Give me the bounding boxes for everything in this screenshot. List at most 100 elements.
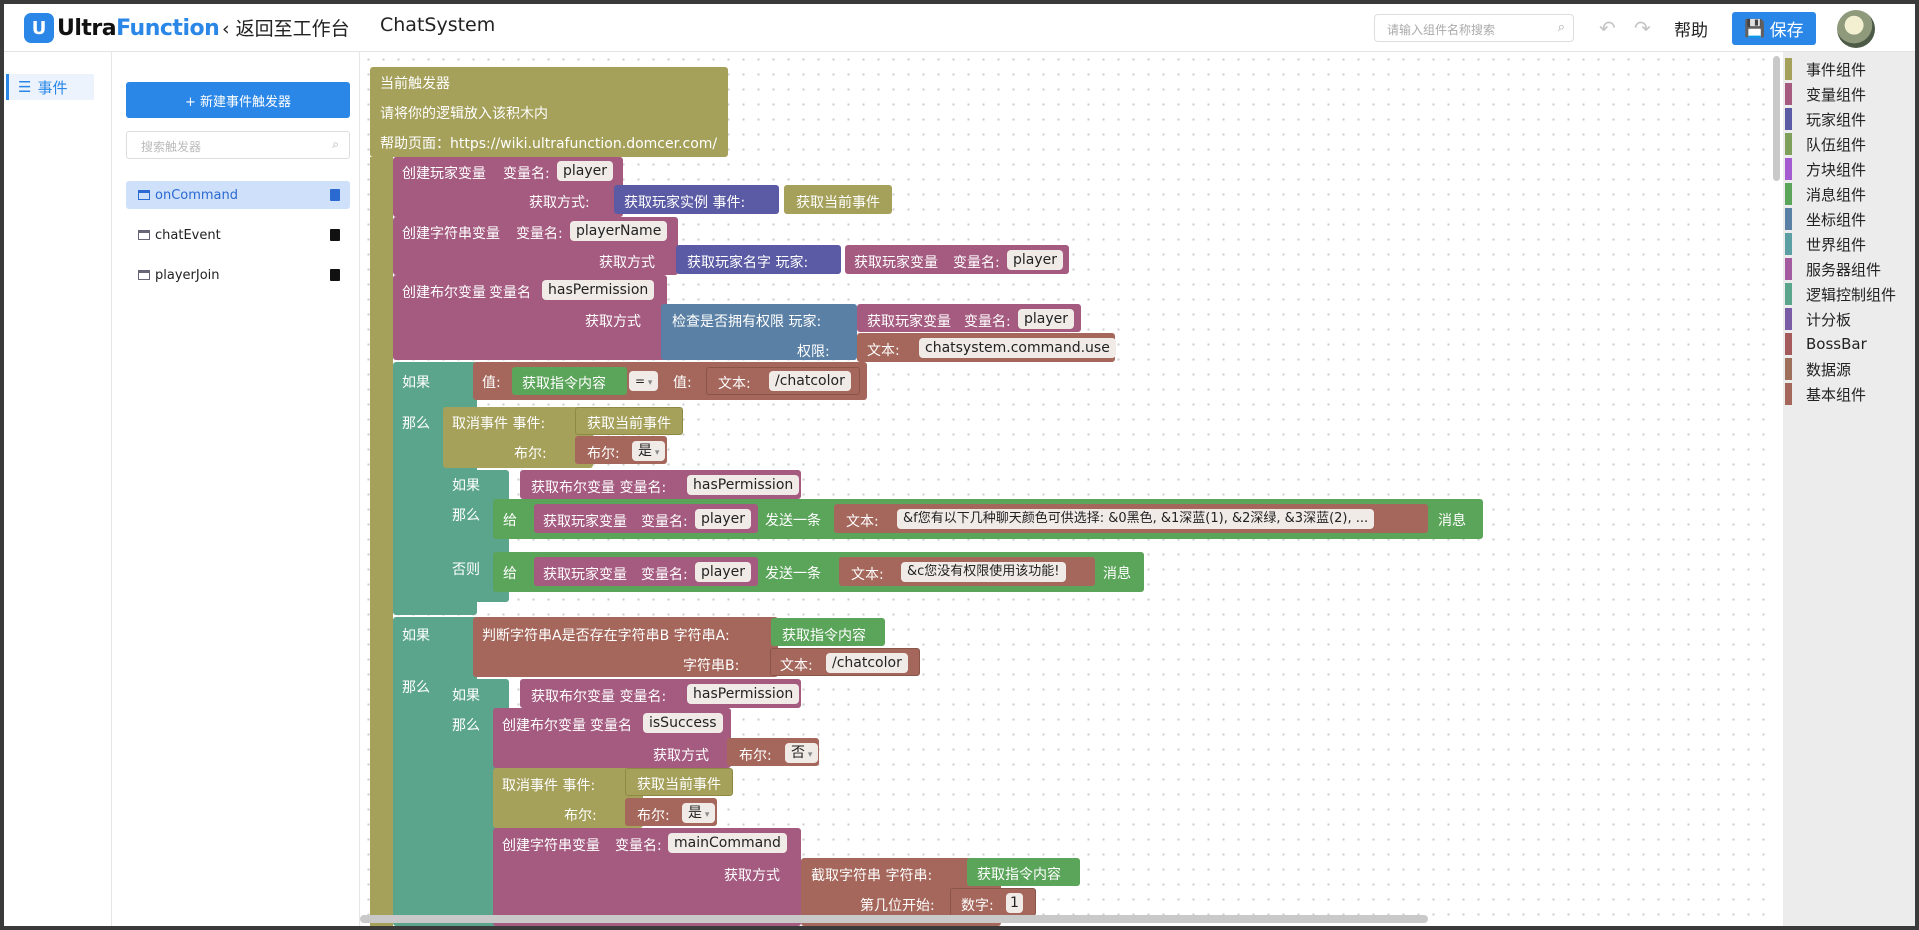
palette-category-label: 世界组件 [1806,235,1867,254]
palette-category-label: 服务器组件 [1806,260,1882,279]
category-color-swatch [1785,208,1792,230]
number-field[interactable]: 1 [1006,893,1023,913]
new-trigger-button[interactable]: + 新建事件触发器 [126,82,350,118]
left-nav: ☰ 事件 [4,52,112,926]
category-color-swatch [1785,58,1792,80]
palette-category[interactable]: 变量组件 [1783,83,1866,105]
save-label: 保存 [1769,21,1804,41]
text-field[interactable]: &c您没有权限使用该功能! [901,562,1066,582]
palette-category[interactable]: 基本组件 [1783,383,1866,405]
delete-icon[interactable] [330,229,340,241]
palette-category[interactable]: 计分板 [1783,308,1851,330]
component-search-input[interactable]: 请输入组件名称搜索 ⌕ [1374,14,1574,42]
help-link[interactable]: 帮助 [1674,16,1708,41]
block-text: 变量名 [489,285,531,301]
palette-category[interactable]: 方块组件 [1783,158,1866,180]
var-name-field[interactable]: player [1007,250,1064,270]
block-text: 获取布尔变量 变量名: [531,480,667,496]
bool-select[interactable]: 是 [632,441,666,461]
block-text: 获取玩家变量 [867,314,951,330]
block-text: 那么 [402,680,430,696]
back-to-workspace-link[interactable]: ‹ 返回至工作台 [222,14,350,41]
block-text: 那么 [452,718,480,734]
window-icon [138,270,150,280]
var-name-field[interactable]: isSuccess [643,713,723,733]
palette-category-label: 坐标组件 [1806,210,1867,229]
palette-category[interactable]: 玩家组件 [1783,108,1866,130]
trigger-search-input[interactable]: 搜索触发器 ⌕ [126,131,350,159]
var-name-field[interactable]: player [695,509,752,529]
block-text: 给 [503,566,517,582]
block-text: 布尔: [587,446,620,462]
horizontal-scrollbar[interactable] [360,915,1428,923]
component-palette: 事件组件变量组件玩家组件队伍组件方块组件消息组件坐标组件世界组件服务器组件逻辑控… [1783,52,1915,926]
palette-category[interactable]: 服务器组件 [1783,258,1881,280]
bool-select[interactable]: 是 [682,803,716,823]
block-text: 获取玩家名字 玩家: [687,255,809,271]
category-color-swatch [1785,108,1792,130]
trigger-item-playerjoin[interactable]: playerJoin [126,261,350,289]
palette-category-label: 队伍组件 [1806,135,1867,154]
trigger-search-placeholder: 搜索触发器 [141,140,202,154]
search-icon: ⌕ [1557,20,1565,35]
block-text: 获取方式 [653,748,709,764]
block-text: 值: [482,375,501,391]
block-text: 获取方式 [599,255,655,271]
redo-icon[interactable]: ↷ [1634,16,1651,40]
var-name-field[interactable]: player [1018,309,1075,329]
trigger-item-chatevent[interactable]: chatEvent [126,221,350,249]
trigger-item-oncommand[interactable]: onCommand [126,181,350,209]
block-text: 消息 [1103,566,1131,582]
var-name-field[interactable]: mainCommand [668,833,787,853]
trigger-item-label: onCommand [155,187,239,203]
palette-category[interactable]: 消息组件 [1783,183,1866,205]
palette-category-label: 变量组件 [1806,85,1867,104]
palette-category[interactable]: BossBar [1783,333,1867,355]
bool-select[interactable]: 否 [785,743,819,763]
palette-category[interactable]: 坐标组件 [1783,208,1866,230]
save-icon: 💾 [1744,18,1766,39]
palette-category[interactable]: 队伍组件 [1783,133,1866,155]
operator-select[interactable]: = [629,371,659,391]
system-name: ChatSystem [380,14,496,36]
block-text: 值: [673,375,692,391]
block-text: 请将你的逻辑放入该积木内 [380,106,548,122]
block-text: 取消事件 事件: [502,778,596,794]
chevron-left-icon: ‹ [222,18,236,40]
var-name-field[interactable]: playerName [570,221,668,241]
text-field[interactable]: /chatcolor [826,653,908,673]
block-text: 文本: [867,343,900,359]
nav-item-events[interactable]: ☰ 事件 [6,74,94,100]
var-name-field[interactable]: hasPermission [687,475,800,495]
block-text: 文本: [780,658,813,674]
block-text: 变量名: [953,255,1000,271]
trigger-block-spine [370,157,393,926]
vertical-scrollbar[interactable] [1773,56,1780,181]
block-text: 检查是否拥有权限 玩家: [672,314,822,330]
block-text: 创建字符串变量 [502,838,600,854]
var-name-field[interactable]: hasPermission [542,280,655,300]
block-text: 变量名: [615,838,662,854]
text-field[interactable]: chatsystem.command.use [919,338,1116,358]
palette-category[interactable]: 逻辑控制组件 [1783,283,1896,305]
avatar[interactable] [1837,10,1875,48]
palette-category[interactable]: 数据源 [1783,358,1851,380]
text-field[interactable]: &f您有以下几种聊天颜色可供选择: &0黑色, &1深蓝(1), &2深绿, &… [897,509,1375,529]
block-text: 变量名: [503,166,550,182]
block-text: 获取玩家变量 [854,255,938,271]
palette-category[interactable]: 世界组件 [1783,233,1866,255]
text-field[interactable]: /chatcolor [769,371,851,391]
category-color-swatch [1785,308,1792,330]
category-color-swatch [1785,233,1792,255]
delete-icon[interactable] [330,269,340,281]
var-name-field[interactable]: hasPermission [687,684,800,704]
undo-icon[interactable]: ↶ [1599,16,1616,40]
var-name-field[interactable]: player [695,562,752,582]
palette-category[interactable]: 事件组件 [1783,58,1866,80]
block-canvas[interactable]: 当前触发器 请将你的逻辑放入该积木内 帮助页面：https://wiki.ult… [361,52,1771,926]
trigger-item-label: chatEvent [155,227,221,243]
delete-icon[interactable] [330,189,340,201]
window-icon [138,230,150,240]
save-button[interactable]: 💾 保存 [1732,12,1816,45]
var-name-field[interactable]: player [557,161,614,181]
